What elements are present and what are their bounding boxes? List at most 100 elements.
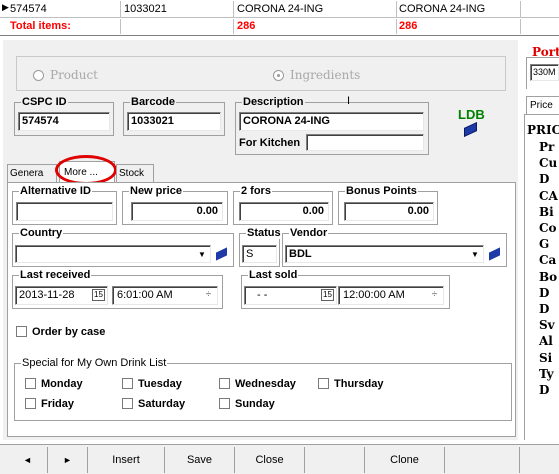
vendor-dropdown-icon[interactable]: ▼	[468, 247, 482, 261]
last-received-time-value: 6:01:00 AM	[117, 289, 173, 301]
status-label: Status	[246, 227, 282, 239]
last-sold-time[interactable]: 12:00:00 AM ÷	[338, 286, 444, 305]
price-row: Co	[539, 221, 557, 236]
friday-box[interactable]	[25, 398, 36, 409]
time-spinner-icon[interactable]: ÷	[428, 288, 441, 303]
close-label: Close	[255, 454, 284, 466]
price-tab-page: PRIC Pr Cu D CA Bi Co G Ca Bo D D Sv Al …	[524, 114, 559, 440]
prev-icon: ◄	[23, 455, 32, 465]
description-group: Description I CORONA 24-ING For Kitchen	[235, 95, 429, 155]
tab-price-label: Price	[530, 100, 553, 111]
price-row: Cu	[539, 156, 558, 171]
last-received-time[interactable]: 6:01:00 AM ÷	[112, 286, 218, 305]
price-row: D	[539, 383, 550, 398]
row-pointer-icon: ▶	[2, 2, 9, 12]
clone-label: Clone	[390, 454, 419, 466]
order-by-case-checkbox[interactable]: Order by case	[16, 326, 105, 338]
last-received-label: Last received	[19, 269, 92, 281]
new-price-group: New price 0.00	[122, 185, 228, 225]
thursday-label: Thursday	[334, 378, 384, 390]
friday-label: Friday	[41, 398, 75, 410]
alt-id-input[interactable]	[16, 202, 113, 221]
country-select[interactable]: ▼	[15, 245, 211, 263]
wednesday-label: Wednesday	[235, 378, 296, 390]
price-row: Pr	[539, 140, 555, 154]
country-label: Country	[19, 227, 64, 239]
price-row: Ty	[539, 366, 554, 381]
order-by-case-box[interactable]	[16, 326, 27, 337]
status-input[interactable]: S	[242, 245, 277, 263]
cspc-input[interactable]: 574574	[18, 112, 110, 131]
country-book-icon[interactable]	[216, 247, 227, 261]
bonus-input[interactable]: 0.00	[344, 202, 434, 221]
insert-button[interactable]: Insert	[88, 447, 165, 473]
save-button[interactable]: Save	[165, 447, 235, 473]
tab-price[interactable]: Price	[526, 96, 559, 114]
last-received-group: Last received 2013-11-28 15 6:01:00 AM ÷	[12, 269, 223, 309]
price-row: Si	[539, 350, 553, 365]
sunday-box[interactable]	[219, 398, 230, 409]
wednesday-box[interactable]	[219, 378, 230, 389]
cell-id: 574574	[10, 3, 47, 15]
last-received-date-value: 2013-11-28	[19, 289, 75, 301]
twofors-label: 2 fors	[240, 185, 272, 197]
calendar-icon[interactable]: 15	[321, 289, 334, 301]
prev-button[interactable]: ◄	[8, 447, 48, 473]
close-button[interactable]: Close	[235, 447, 305, 473]
status-group: Status S	[239, 227, 282, 267]
portion-input[interactable]: 330M	[530, 64, 559, 81]
last-sold-date[interactable]: - - 15	[244, 286, 337, 305]
day-thursday[interactable]: Thursday	[318, 378, 384, 390]
alt-id-label: Alternative ID	[19, 185, 92, 197]
day-saturday[interactable]: Saturday	[122, 398, 185, 410]
calendar-icon[interactable]: 15	[92, 289, 105, 301]
thursday-box[interactable]	[318, 378, 329, 389]
cell-desc-2: CORONA 24-ING	[399, 3, 486, 15]
radio-ingredients-circle[interactable]	[273, 70, 284, 81]
radio-ingredients[interactable]: Ingredients	[273, 68, 360, 82]
next-button[interactable]: ►	[48, 447, 88, 473]
cell-desc-1: CORONA 24-ING	[237, 3, 324, 15]
tuesday-box[interactable]	[122, 378, 133, 389]
barcode-input[interactable]: 1033021	[127, 112, 221, 131]
monday-box[interactable]	[25, 378, 36, 389]
country-dropdown-icon[interactable]: ▼	[195, 247, 209, 261]
vendor-book-icon[interactable]	[489, 247, 500, 261]
price-row: D	[539, 302, 550, 317]
for-kitchen-label: For Kitchen	[239, 137, 301, 149]
day-tuesday[interactable]: Tuesday	[122, 378, 182, 390]
time-spinner-icon[interactable]: ÷	[202, 288, 215, 303]
day-friday[interactable]: Friday	[25, 398, 74, 410]
day-monday[interactable]: Monday	[25, 378, 83, 390]
ldb-book-icon[interactable]	[464, 121, 477, 138]
special-drink-group: Special for My Own Drink List Monday Tue…	[14, 357, 512, 421]
day-wednesday[interactable]: Wednesday	[219, 378, 296, 390]
radio-product-circle[interactable]	[33, 70, 44, 81]
last-received-date[interactable]: 2013-11-28 15	[15, 286, 108, 305]
barcode-label: Barcode	[130, 96, 177, 108]
tab-stock[interactable]: Stock	[116, 164, 154, 182]
grid-row[interactable]: ▶ 574574 1033021 CORONA 24-ING CORONA 24…	[0, 1, 559, 18]
price-row: D	[539, 172, 550, 187]
twofors-input[interactable]: 0.00	[239, 202, 329, 221]
tuesday-label: Tuesday	[138, 378, 182, 390]
blank-button-2[interactable]	[445, 447, 520, 473]
cspc-label: CSPC ID	[21, 96, 68, 108]
bonus-group: Bonus Points 0.00	[338, 185, 438, 225]
for-kitchen-input[interactable]	[306, 134, 424, 151]
saturday-box[interactable]	[122, 398, 133, 409]
clone-button[interactable]: Clone	[365, 447, 445, 473]
description-input[interactable]: CORONA 24-ING	[239, 112, 424, 131]
vendor-select[interactable]: BDL ▼	[285, 245, 484, 263]
day-sunday[interactable]: Sunday	[219, 398, 275, 410]
new-price-input[interactable]: 0.00	[131, 202, 223, 221]
last-sold-label: Last sold	[248, 269, 299, 281]
radio-product[interactable]: Product	[33, 68, 98, 82]
total-value-2: 286	[399, 20, 418, 32]
vendor-value: BDL	[289, 248, 312, 260]
tab-general[interactable]: Genera	[7, 164, 57, 182]
monday-label: Monday	[41, 378, 83, 390]
order-by-case-label: Order by case	[32, 326, 106, 338]
blank-button[interactable]	[305, 447, 365, 473]
cell-barcode: 1033021	[124, 3, 167, 15]
